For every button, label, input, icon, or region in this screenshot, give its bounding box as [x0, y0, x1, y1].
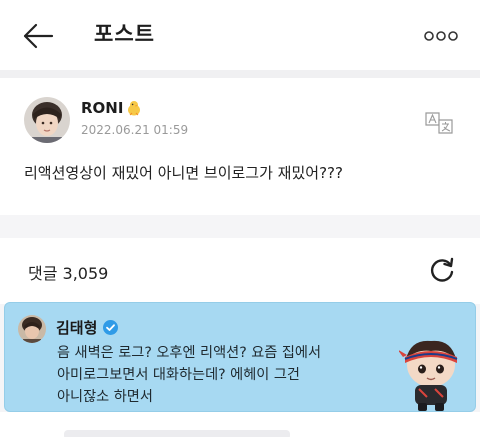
comment-text-line: 아미로그보면서 대화하는데? 에헤이 그건 — [57, 367, 300, 383]
comments-header: 댓글 3,059 — [0, 238, 480, 304]
header-divider — [0, 70, 480, 78]
commenter-author: 김태형 — [56, 317, 119, 338]
more-options-icon[interactable] — [424, 28, 458, 42]
back-arrow-icon[interactable] — [22, 22, 54, 50]
top-app-bar: 포스트 — [0, 0, 480, 70]
comment-text-line: 음 새벽은 로그? 오후엔 리액션? 요즘 집에서 — [57, 345, 322, 361]
translate-icon[interactable] — [424, 111, 454, 135]
commenter-avatar[interactable] — [18, 315, 46, 343]
post-timestamp: 2022.06.21 01:59 — [81, 123, 189, 137]
page-title: 포스트 — [94, 22, 155, 46]
post-card: RONI 2022.06.21 01:59 리액션영상이 재밌어 아니면 브이로… — [0, 78, 480, 215]
comment-item-highlighted[interactable]: 김태형 음 새벽은 로그? 오후엔 리액션? 요즘 집에서 아미로그보면서 대화… — [4, 302, 476, 412]
verified-badge-icon — [102, 319, 119, 336]
post-author: RONI — [81, 99, 143, 117]
character-sticker-icon — [397, 337, 463, 411]
refresh-icon[interactable] — [428, 256, 456, 284]
comments-count: 댓글 3,059 — [28, 264, 109, 283]
author-avatar[interactable] — [24, 97, 70, 143]
author-name[interactable]: RONI — [81, 99, 123, 117]
chick-icon — [125, 99, 143, 117]
comment-body-text: 음 새벽은 로그? 오후엔 리액션? 요즘 집에서 아미로그보면서 대화하는데?… — [57, 342, 321, 408]
post-body-text: 리액션영상이 재밌어 아니면 브이로그가 재밌어??? — [24, 164, 343, 182]
comment-text-line: 아니잖소 하면서 — [57, 389, 153, 405]
commenter-name[interactable]: 김태형 — [56, 317, 97, 338]
next-comment-placeholder — [64, 430, 290, 437]
next-comment-area — [0, 412, 480, 437]
